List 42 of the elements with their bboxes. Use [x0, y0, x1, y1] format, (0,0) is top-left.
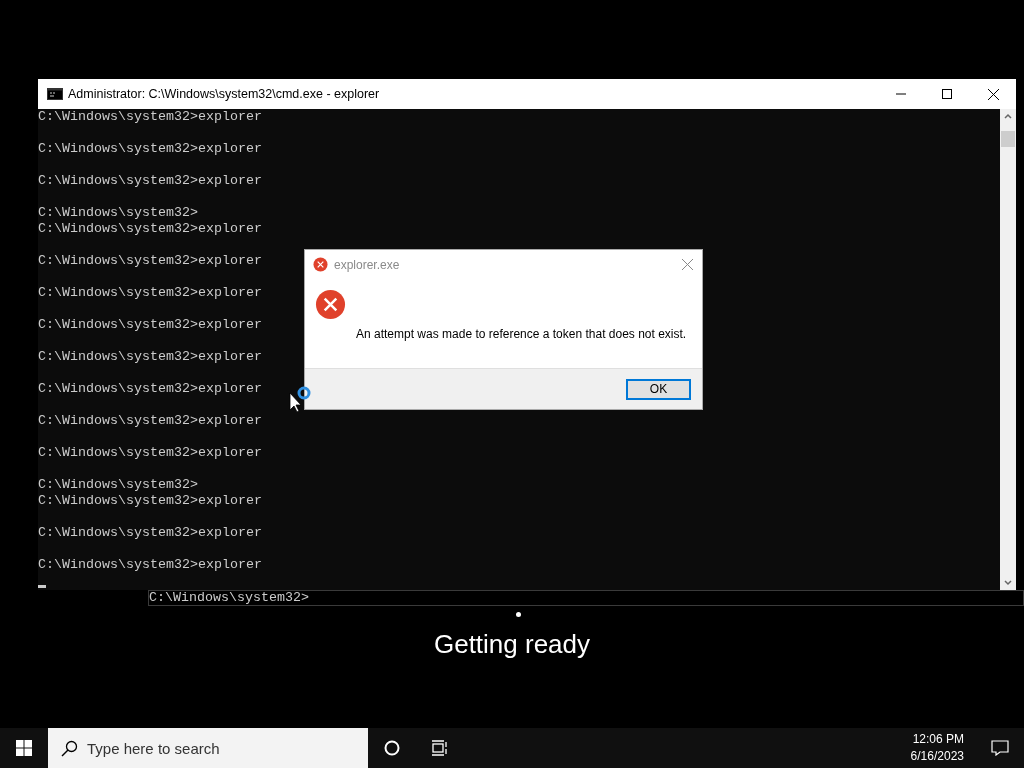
- clock-time: 12:06 PM: [912, 731, 964, 748]
- ok-button[interactable]: OK: [626, 378, 691, 400]
- search-icon: [61, 740, 78, 757]
- clock-date: 6/16/2023: [910, 748, 964, 765]
- console-line: C:\Windows\system32>explorer: [38, 413, 262, 429]
- console-line: C:\Windows\system32>: [38, 205, 198, 221]
- status-text: Getting ready: [433, 631, 591, 657]
- scrollbar-thumb[interactable]: [1001, 131, 1015, 147]
- scroll-up-icon[interactable]: [1004, 113, 1012, 119]
- console-line: C:\Windows\system32>explorer: [38, 557, 262, 573]
- dialog-title: explorer.exe: [334, 256, 400, 274]
- console-app-icon: [47, 88, 63, 100]
- console-line: C:\Windows\system32>explorer: [38, 173, 262, 189]
- console-line: C:\Windows\system32>explorer: [38, 349, 262, 365]
- clock[interactable]: 12:06 PM 6/16/2023: [910, 731, 964, 765]
- close-icon: [681, 259, 693, 270]
- console-line: C:\Windows\system32>explorer: [38, 445, 262, 461]
- scrollbar[interactable]: [1000, 109, 1016, 590]
- maximize-icon: [942, 89, 952, 99]
- console-line: C:\Windows\system32>explorer: [38, 381, 262, 397]
- close-icon: [987, 88, 999, 100]
- console-line: C:\Windows\system32>explorer: [38, 141, 262, 157]
- error-icon: [313, 257, 328, 272]
- console-line: C:\Windows\system32>explorer: [38, 285, 262, 301]
- console-line: C:\Windows\system32>explorer: [38, 317, 262, 333]
- console-line: C:\Windows\system32>explorer: [38, 493, 262, 509]
- search-field[interactable]: Type here to search: [48, 728, 368, 768]
- console-line: C:\Windows\system32>explorer: [38, 525, 262, 541]
- console-line: C:\Windows\system32>explorer: [38, 109, 262, 125]
- console-line: C:\Windows\system32>explorer: [38, 253, 262, 269]
- close-button[interactable]: [680, 257, 694, 272]
- scroll-down-icon[interactable]: [1004, 580, 1012, 586]
- windows-logo-icon: [16, 740, 32, 756]
- speech-bubble-icon: [991, 740, 1009, 756]
- dialog-message: An attempt was made to reference a token that does not exist.: [356, 326, 687, 343]
- progress-dot-icon: [515, 612, 521, 617]
- circle-icon: [384, 740, 400, 756]
- console-line: C:\Windows\system32>: [38, 477, 198, 493]
- window-title: Administrator: C:\Windows\system32\cmd.exe - explorer: [68, 85, 380, 103]
- error-icon: [315, 289, 346, 320]
- task-view-icon: [431, 740, 449, 756]
- console-line: C:\Windows\system32>explorer: [38, 221, 262, 237]
